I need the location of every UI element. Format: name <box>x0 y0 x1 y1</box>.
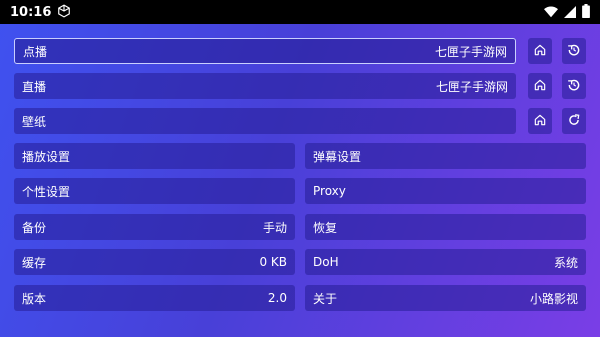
cache-value: 0 KB <box>259 255 287 269</box>
version-label: 版本 <box>22 291 47 306</box>
personalization-settings-label: 个性设置 <box>22 184 71 199</box>
danmaku-settings-row[interactable]: 弹幕设置 <box>305 143 586 169</box>
live-source-row[interactable]: 直播 七匣子手游网 <box>14 73 516 99</box>
wallpaper-refresh-button[interactable] <box>562 108 586 134</box>
wallpaper-row[interactable]: 壁纸 <box>14 108 516 134</box>
playback-settings-label: 播放设置 <box>22 149 71 164</box>
live-home-button[interactable] <box>528 73 552 99</box>
doh-row[interactable]: DoH 系统 <box>305 249 586 275</box>
status-time: 10:16 <box>10 4 52 20</box>
restore-row[interactable]: 恢复 <box>305 214 586 240</box>
home-icon <box>533 77 547 96</box>
status-right <box>544 3 590 22</box>
live-label: 直播 <box>22 79 47 94</box>
cache-row[interactable]: 缓存 0 KB <box>14 249 295 275</box>
version-value: 2.0 <box>267 291 287 305</box>
restore-label: 恢复 <box>313 220 338 235</box>
home-icon <box>533 112 547 131</box>
home-icon <box>533 42 547 61</box>
vod-label: 点播 <box>23 44 48 59</box>
personalization-settings-row[interactable]: 个性设置 <box>14 178 295 204</box>
vod-source-row[interactable]: 点播 七匣子手游网 <box>14 38 516 64</box>
live-history-button[interactable] <box>562 73 586 99</box>
backup-label: 备份 <box>22 220 47 235</box>
cache-label: 缓存 <box>22 255 47 270</box>
doh-label: DoH <box>313 255 339 269</box>
doh-value: 系统 <box>553 255 578 270</box>
version-row[interactable]: 版本 2.0 <box>14 285 295 311</box>
vod-value: 七匣子手游网 <box>434 44 507 59</box>
status-bar: 10:16 <box>0 0 600 24</box>
danmaku-settings-label: 弹幕设置 <box>313 149 362 164</box>
signal-icon <box>564 3 576 22</box>
history-icon <box>567 42 581 61</box>
vod-home-button[interactable] <box>528 38 552 64</box>
backup-row[interactable]: 备份 手动 <box>14 214 295 240</box>
status-left: 10:16 <box>10 3 71 22</box>
wallpaper-label: 壁纸 <box>22 114 47 129</box>
wallpaper-home-button[interactable] <box>528 108 552 134</box>
refresh-icon <box>567 112 581 131</box>
cube-icon <box>57 3 71 22</box>
vod-history-button[interactable] <box>562 38 586 64</box>
wifi-icon <box>544 3 558 22</box>
about-row[interactable]: 关于 小路影视 <box>305 285 586 311</box>
proxy-row[interactable]: Proxy <box>305 178 586 204</box>
live-value: 七匣子手游网 <box>435 79 508 94</box>
proxy-label: Proxy <box>313 184 346 198</box>
history-icon <box>567 77 581 96</box>
about-value: 小路影视 <box>529 291 578 306</box>
backup-value: 手动 <box>262 220 287 235</box>
playback-settings-row[interactable]: 播放设置 <box>14 143 295 169</box>
about-label: 关于 <box>313 291 338 306</box>
battery-icon <box>582 3 590 22</box>
